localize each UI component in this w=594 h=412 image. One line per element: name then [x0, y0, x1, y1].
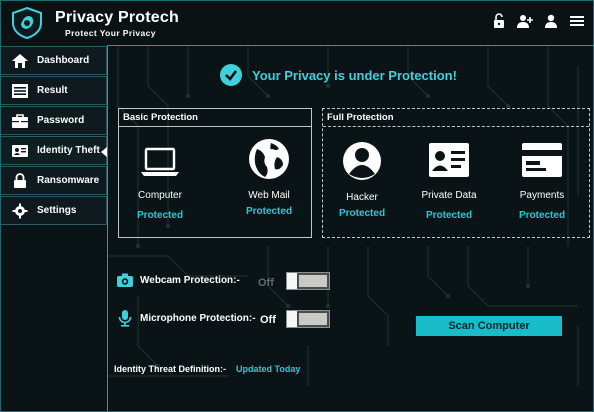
list-icon — [12, 83, 28, 98]
webcam-toggle[interactable] — [286, 272, 330, 290]
sidebar-item-dashboard[interactable]: Dashboard — [1, 46, 107, 75]
basic-protection-panel: Basic Protection Computer Protected Web … — [118, 108, 312, 238]
webcam-state-text: Off — [258, 277, 274, 289]
microphone-state-text: Off — [260, 314, 276, 326]
scan-computer-button[interactable]: Scan Computer — [416, 316, 562, 336]
main-panel: Your Privacy is under Protection! Basic … — [107, 45, 593, 411]
tile-name: Computer — [138, 190, 182, 201]
sidebar-item-label: Identity Theft — [37, 145, 100, 156]
sidebar: Dashboard Result Password Identity Theft… — [1, 45, 107, 411]
tile-web-mail: Web Mail Protected — [234, 137, 304, 217]
lock-icon — [14, 172, 26, 188]
credit-card-icon — [522, 143, 562, 177]
sidebar-item-identity-theft[interactable]: Identity Theft — [1, 136, 107, 165]
sidebar-item-ransomware[interactable]: Ransomware — [1, 166, 107, 195]
full-protection-title: Full Protection — [323, 109, 589, 127]
sidebar-item-settings[interactable]: Settings — [1, 196, 107, 225]
toggle-knob — [287, 311, 297, 327]
briefcase-icon — [12, 113, 28, 128]
sidebar-item-label: Dashboard — [37, 55, 90, 66]
id-card-icon — [12, 144, 28, 157]
tile-payments: Payments Protected — [507, 141, 577, 221]
protection-status: Your Privacy is under Protection! — [220, 64, 457, 86]
toggle-track — [299, 313, 327, 325]
add-user-icon[interactable] — [517, 13, 533, 29]
basic-protection-title: Basic Protection — [119, 109, 311, 127]
sidebar-item-label: Settings — [37, 205, 77, 216]
camera-icon — [117, 273, 133, 287]
microphone-protection-label: Microphone Protection:- — [140, 312, 256, 324]
tile-name: Web Mail — [248, 190, 290, 201]
sidebar-item-label: Ransomware — [37, 175, 100, 186]
microphone-icon — [118, 310, 132, 327]
user-icon[interactable] — [543, 13, 559, 29]
gear-icon — [12, 203, 28, 218]
sidebar-item-label: Result — [37, 85, 68, 96]
sidebar-item-result[interactable]: Result — [1, 76, 107, 105]
webcam-protection-row: Webcam Protection:- — [116, 272, 240, 288]
definition-value: Updated Today — [236, 364, 301, 374]
definition-label: Identity Threat Definition:- — [114, 364, 226, 374]
tile-private-data: Private Data Protected — [414, 141, 484, 221]
app-tagline: Protect Your Privacy — [65, 28, 156, 38]
sidebar-item-password[interactable]: Password — [1, 106, 107, 135]
sidebar-item-label: Password — [37, 115, 85, 126]
menu-icon[interactable] — [569, 13, 585, 29]
tile-hacker: Hacker Protected — [327, 139, 397, 219]
tile-computer: Computer Protected — [125, 141, 195, 221]
tile-status: Protected — [245, 206, 293, 217]
status-text: Your Privacy is under Protection! — [252, 67, 457, 83]
microphone-protection-row: Microphone Protection:- — [116, 309, 256, 327]
app-window: Privacy Protech Protect Your Privacy Das… — [0, 0, 594, 412]
globe-icon — [249, 139, 289, 179]
toggle-knob — [287, 273, 297, 289]
microphone-toggle[interactable] — [286, 310, 330, 328]
logo-icon — [12, 6, 42, 40]
id-card-icon — [429, 143, 469, 177]
header-icons — [491, 13, 585, 29]
webcam-protection-label: Webcam Protection:- — [140, 274, 240, 286]
hacker-icon — [343, 142, 381, 180]
tile-name: Payments — [519, 190, 565, 201]
full-protection-panel: Full Protection Hacker Protected Private… — [322, 108, 590, 238]
header: Privacy Protech Protect Your Privacy — [1, 1, 593, 45]
laptop-icon — [141, 147, 179, 176]
tile-status: Protected — [338, 208, 386, 219]
tile-status: Protected — [136, 210, 184, 221]
tile-status: Protected — [518, 210, 566, 221]
home-icon — [12, 53, 28, 68]
app-title: Privacy Protech — [55, 9, 179, 26]
identity-threat-definition: Identity Threat Definition:- Updated Tod… — [114, 364, 300, 374]
toggle-track — [299, 275, 327, 287]
tile-name: Hacker — [346, 192, 378, 203]
check-circle-icon — [220, 64, 242, 86]
unlock-icon[interactable] — [491, 13, 507, 29]
tile-name: Private Data — [421, 190, 477, 201]
tile-status: Protected — [425, 210, 473, 221]
